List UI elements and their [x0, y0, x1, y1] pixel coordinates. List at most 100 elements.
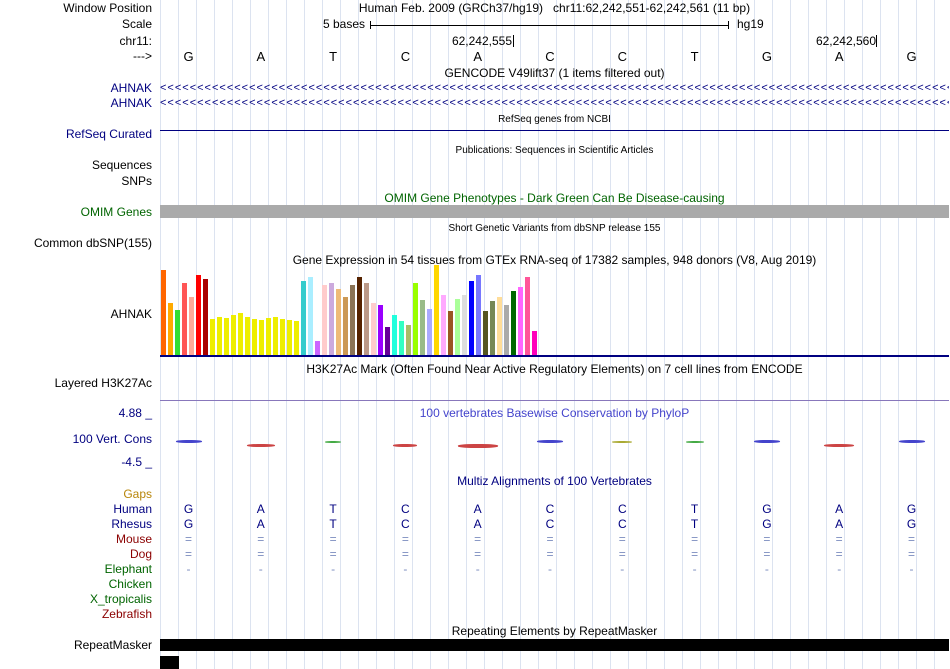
alignment-cell: = — [763, 547, 771, 561]
gtex-expression-bar[interactable] — [245, 317, 250, 355]
gene-strand-arrows[interactable]: <<<<<<<<<<<<<<<<<<<<<<<<<<<<<<<<<<<<<<<<… — [160, 82, 949, 95]
refseq-track-line[interactable] — [160, 130, 949, 131]
species-label-human[interactable]: Human — [0, 503, 152, 516]
gtex-expression-bar[interactable] — [161, 270, 166, 355]
species-label-zebrafish[interactable]: Zebrafish — [0, 608, 152, 621]
track-label-conservation[interactable]: 100 Vert. Cons — [0, 433, 152, 446]
gtex-expression-bar[interactable] — [532, 331, 537, 355]
gtex-expression-bar[interactable] — [462, 295, 467, 355]
gtex-expression-bar[interactable] — [518, 287, 523, 355]
gtex-expression-bar[interactable] — [350, 285, 355, 355]
gtex-expression-bar[interactable] — [448, 311, 453, 355]
alignment-cell: C — [545, 502, 555, 516]
ruler-base: T — [690, 49, 699, 64]
gtex-expression-bar[interactable] — [511, 291, 516, 355]
ruler-base: G — [906, 49, 917, 64]
gtex-expression-bar[interactable] — [371, 303, 376, 355]
repeat-element-bar[interactable] — [160, 656, 179, 669]
track-label-gtex-ahnak[interactable]: AHNAK — [0, 308, 152, 321]
gtex-expression-bar[interactable] — [525, 277, 530, 355]
gtex-expression-bar[interactable] — [294, 321, 299, 355]
track-label-h3k27ac[interactable]: Layered H3K27Ac — [0, 377, 152, 390]
gtex-expression-bar[interactable] — [469, 281, 474, 355]
gtex-expression-bar[interactable] — [378, 305, 383, 355]
species-label-chicken[interactable]: Chicken — [0, 578, 152, 591]
gtex-expression-bar[interactable] — [441, 295, 446, 355]
gtex-expression-bar[interactable] — [189, 297, 194, 355]
alignment-cell: A — [835, 502, 844, 516]
alignment-cell: = — [329, 547, 337, 561]
gtex-expression-bar[interactable] — [476, 275, 481, 355]
track-label-dbsnp[interactable]: Common dbSNP(155) — [0, 237, 152, 250]
gtex-expression-bar[interactable] — [259, 320, 264, 355]
gtex-expression-bar[interactable] — [392, 315, 397, 355]
gtex-expression-bar[interactable] — [252, 319, 257, 355]
gtex-expression-bar[interactable] — [203, 279, 208, 355]
alignment-cell: = — [691, 532, 699, 546]
gtex-expression-bar[interactable] — [420, 300, 425, 355]
track-label-snps[interactable]: SNPs — [0, 175, 152, 188]
gtex-expression-bar[interactable] — [322, 285, 327, 355]
omim-track-bar[interactable] — [160, 205, 949, 218]
alignment-cell: T — [329, 517, 337, 531]
scale-label: Scale — [121, 17, 152, 31]
gtex-expression-bar[interactable] — [182, 283, 187, 355]
track-label-repeatmasker[interactable]: RepeatMasker — [0, 639, 152, 652]
gtex-expression-bar[interactable] — [224, 318, 229, 355]
track-label-sequences[interactable]: Sequences — [0, 159, 152, 172]
species-label-gaps[interactable]: Gaps — [0, 488, 152, 501]
gtex-expression-bar[interactable] — [266, 318, 271, 355]
gene-label-ahnak[interactable]: AHNAK — [0, 82, 152, 95]
gtex-expression-bar[interactable] — [357, 277, 362, 355]
track-label-omim[interactable]: OMIM Genes — [0, 206, 152, 219]
species-label-elephant[interactable]: Elephant — [0, 563, 152, 576]
alignment-cell: = — [474, 547, 482, 561]
gtex-expression-bar[interactable] — [168, 303, 173, 355]
gene-strand-arrows[interactable]: <<<<<<<<<<<<<<<<<<<<<<<<<<<<<<<<<<<<<<<<… — [160, 97, 949, 110]
gtex-expression-bar[interactable] — [287, 320, 292, 355]
gtex-expression-bar[interactable] — [399, 321, 404, 355]
gtex-expression-bar[interactable] — [196, 275, 201, 355]
gtex-expression-bar[interactable] — [364, 283, 369, 355]
gtex-expression-bar[interactable] — [329, 283, 334, 355]
gtex-expression-bar[interactable] — [490, 301, 495, 355]
gtex-baseline — [160, 355, 949, 357]
gtex-expression-bar[interactable] — [280, 319, 285, 355]
gtex-expression-bar[interactable] — [238, 313, 243, 355]
gtex-expression-bar[interactable] — [406, 325, 411, 355]
gtex-expression-bar[interactable] — [427, 309, 432, 355]
gtex-expression-bar[interactable] — [217, 317, 222, 355]
alignment-cell: = — [546, 547, 554, 561]
gtex-expression-bar[interactable] — [273, 317, 278, 355]
gtex-expression-bar[interactable] — [175, 310, 180, 355]
species-label-rhesus[interactable]: Rhesus — [0, 518, 152, 531]
gtex-expression-bar[interactable] — [210, 319, 215, 355]
alignment-cell: - — [909, 562, 914, 576]
alignment-cell: - — [837, 562, 842, 576]
gtex-expression-bar[interactable] — [231, 315, 236, 355]
gtex-expression-bar[interactable] — [308, 277, 313, 355]
species-label-mouse[interactable]: Mouse — [0, 533, 152, 546]
track-label-refseq[interactable]: RefSeq Curated — [0, 128, 152, 141]
gene-label-ahnak[interactable]: AHNAK — [0, 97, 152, 110]
gtex-expression-bar[interactable] — [336, 289, 341, 355]
repeatmasker-track-bar[interactable] — [160, 639, 949, 651]
gtex-expression-bar[interactable] — [315, 341, 320, 355]
alignment-cell: - — [692, 562, 697, 576]
alignment-cell: - — [403, 562, 408, 576]
gtex-expression-bar[interactable] — [301, 281, 306, 355]
gtex-expression-bar[interactable] — [504, 305, 509, 355]
ruler-base: A — [473, 49, 483, 64]
gtex-expression-bar[interactable] — [343, 297, 348, 355]
alignment-cell: - — [764, 562, 769, 576]
gtex-expression-bar[interactable] — [434, 265, 439, 355]
gtex-expression-bar[interactable] — [483, 311, 488, 355]
gtex-expression-bar[interactable] — [413, 283, 418, 355]
gtex-expression-bar[interactable] — [385, 327, 390, 355]
ruler-tick — [513, 35, 514, 47]
gtex-expression-bar[interactable] — [455, 299, 460, 355]
gtex-expression-bar[interactable] — [497, 297, 502, 355]
species-label-x-tropicalis[interactable]: X_tropicalis — [0, 593, 152, 606]
species-label-dog[interactable]: Dog — [0, 548, 152, 561]
omim-caption: OMIM Gene Phenotypes - Dark Green Can Be… — [384, 191, 725, 205]
